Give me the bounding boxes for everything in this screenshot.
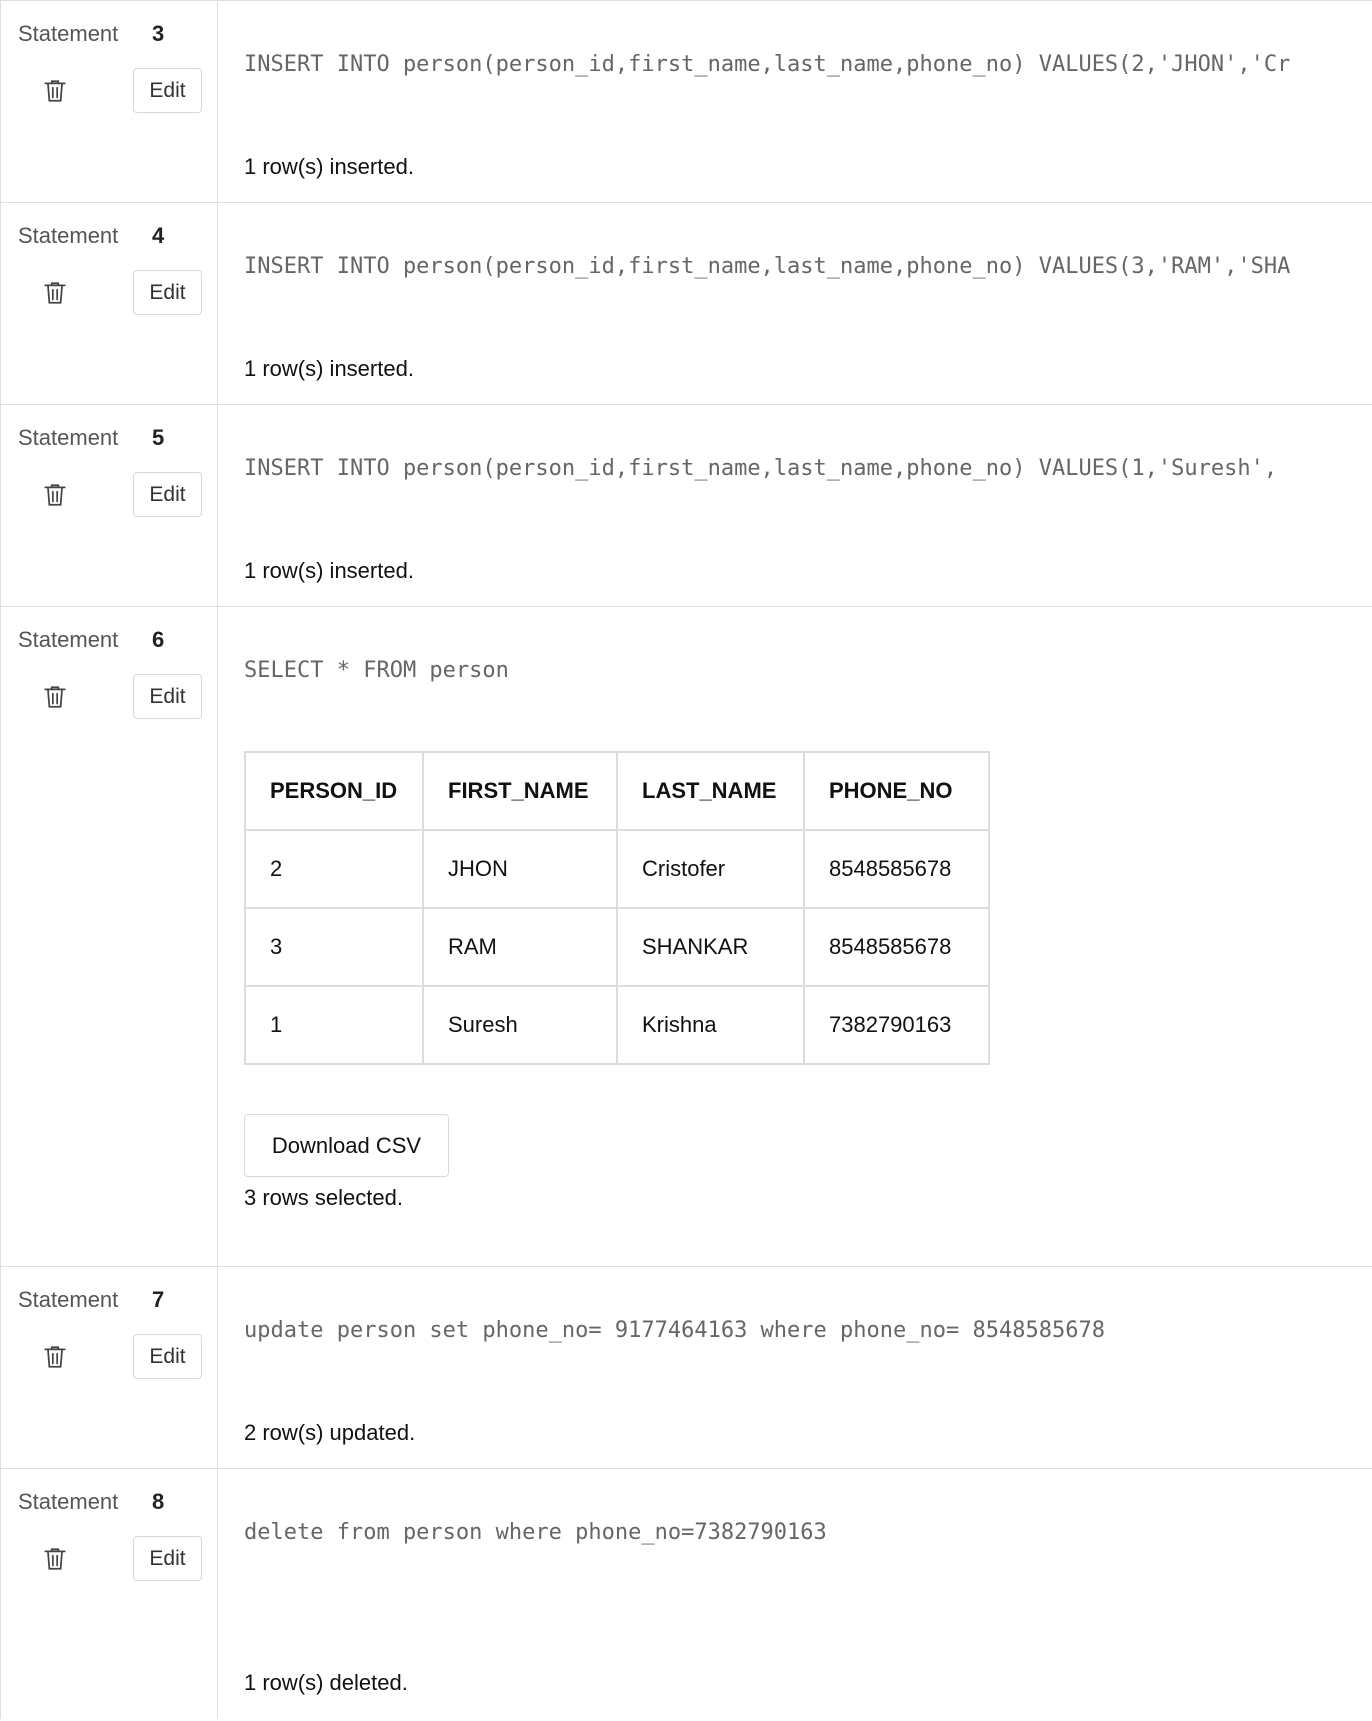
edit-button[interactable]: Edit [133, 472, 202, 517]
statement-block: Statement 5 Edit INSERT INTO person(pers… [0, 404, 1372, 606]
result-message: 1 row(s) inserted. [244, 558, 414, 583]
table-cell: 8548585678 [803, 829, 990, 909]
result-message: 2 row(s) updated. [244, 1420, 416, 1445]
table-row: 1 Suresh Krishna 7382790163 [244, 985, 990, 1065]
statement-block: Statement 8 Edit delete from person wher… [0, 1468, 1372, 1719]
statement-content: delete from person where phone_no=738279… [219, 1469, 1372, 1719]
statement-content: SELECT * FROM person PERSON_ID FIRST_NAM… [219, 607, 1372, 1266]
statement-content: INSERT INTO person(person_id,first_name,… [219, 1, 1372, 202]
trash-icon[interactable] [42, 1344, 68, 1370]
column-header: FIRST_NAME [422, 751, 618, 831]
statement-label: Statement [18, 425, 119, 450]
statement-block: Statement 6 Edit SELECT * FROM person PE… [0, 606, 1372, 1266]
statement-block: Statement 7 Edit update person set phone… [0, 1266, 1372, 1468]
table-cell: SHANKAR [616, 907, 805, 987]
table-row: 2 JHON Cristofer 8548585678 [244, 829, 990, 909]
table-cell: 7382790163 [803, 985, 990, 1065]
table-cell: 8548585678 [803, 907, 990, 987]
statement-label: Statement [18, 223, 119, 248]
result-table: PERSON_ID FIRST_NAME LAST_NAME PHONE_NO … [244, 751, 990, 1065]
statement-number: 4 [152, 223, 165, 248]
statement-sidebar: Statement 6 Edit [1, 607, 218, 1266]
sql-text[interactable]: update person set phone_no= 9177464163 w… [244, 1318, 1105, 1343]
result-message: 1 row(s) inserted. [244, 356, 414, 381]
trash-icon[interactable] [42, 78, 68, 104]
table-cell: 2 [244, 829, 424, 909]
statement-number: 7 [152, 1287, 165, 1312]
table-cell: Krishna [616, 985, 805, 1065]
statement-sidebar: Statement 5 Edit [1, 405, 218, 606]
trash-icon[interactable] [42, 280, 68, 306]
statement-label: Statement [18, 1489, 119, 1514]
statement-number: 3 [152, 21, 165, 46]
sql-text[interactable]: INSERT INTO person(person_id,first_name,… [244, 456, 1277, 481]
statement-sidebar: Statement 8 Edit [1, 1469, 218, 1719]
column-header: LAST_NAME [616, 751, 805, 831]
statement-content: update person set phone_no= 9177464163 w… [219, 1267, 1372, 1468]
statement-number: 5 [152, 425, 165, 450]
statement-sidebar: Statement 3 Edit [1, 1, 218, 202]
table-cell: Cristofer [616, 829, 805, 909]
edit-button[interactable]: Edit [133, 674, 202, 719]
edit-button[interactable]: Edit [133, 270, 202, 315]
table-cell: JHON [422, 829, 618, 909]
result-message: 3 rows selected. [244, 1185, 403, 1210]
statement-content: INSERT INTO person(person_id,first_name,… [219, 405, 1372, 606]
statement-block: Statement 4 Edit INSERT INTO person(pers… [0, 202, 1372, 404]
table-cell: Suresh [422, 985, 618, 1065]
table-cell: RAM [422, 907, 618, 987]
download-csv-button[interactable]: Download CSV [244, 1114, 449, 1177]
table-row: 3 RAM SHANKAR 8548585678 [244, 907, 990, 987]
statement-sidebar: Statement 7 Edit [1, 1267, 218, 1468]
trash-icon[interactable] [42, 1546, 68, 1572]
result-message: 1 row(s) inserted. [244, 154, 414, 179]
edit-button[interactable]: Edit [133, 68, 202, 113]
table-header-row: PERSON_ID FIRST_NAME LAST_NAME PHONE_NO [244, 751, 990, 831]
sql-text[interactable]: delete from person where phone_no=738279… [244, 1520, 827, 1545]
column-header: PERSON_ID [244, 751, 424, 831]
statement-number: 8 [152, 1489, 165, 1514]
statement-sidebar: Statement 4 Edit [1, 203, 218, 404]
statement-number: 6 [152, 627, 165, 652]
table-cell: 3 [244, 907, 424, 987]
statement-content: INSERT INTO person(person_id,first_name,… [219, 203, 1372, 404]
edit-button[interactable]: Edit [133, 1536, 202, 1581]
sql-text[interactable]: INSERT INTO person(person_id,first_name,… [244, 254, 1290, 279]
column-header: PHONE_NO [803, 751, 990, 831]
statement-label: Statement [18, 627, 119, 652]
edit-button[interactable]: Edit [133, 1334, 202, 1379]
sql-text[interactable]: SELECT * FROM person [244, 658, 509, 683]
trash-icon[interactable] [42, 684, 68, 710]
statement-block: Statement 3 Edit INSERT INTO person(pers… [0, 0, 1372, 202]
sql-text[interactable]: INSERT INTO person(person_id,first_name,… [244, 52, 1290, 77]
trash-icon[interactable] [42, 482, 68, 508]
statement-label: Statement [18, 1287, 119, 1312]
table-cell: 1 [244, 985, 424, 1065]
statement-label: Statement [18, 21, 119, 46]
result-message: 1 row(s) deleted. [244, 1670, 408, 1695]
